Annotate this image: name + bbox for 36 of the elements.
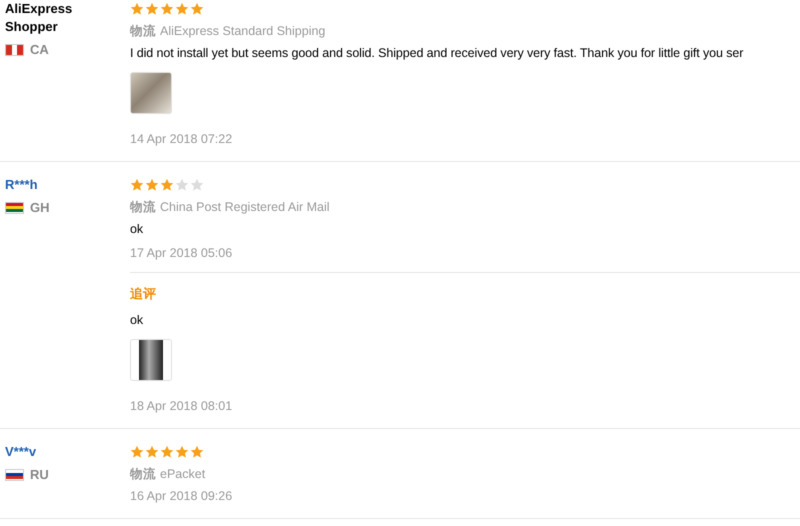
shipping-method: 物流 China Post Registered Air Mail (130, 199, 331, 216)
star-icon (190, 2, 204, 16)
star-icon (130, 445, 144, 459)
star-icon (175, 2, 189, 16)
star-icon (160, 445, 174, 459)
star-icon (160, 2, 174, 16)
star-icon (130, 2, 144, 16)
star-icon (190, 445, 204, 459)
review-date: 18 Apr 2018 08:01 (130, 398, 234, 415)
review-text: ok (130, 312, 144, 329)
review-text: I did not install yet but seems good and solid. Shipped and received very very fast. Thank you for little gift you ser (130, 45, 744, 62)
star-icon (175, 178, 189, 192)
star-icon (160, 178, 174, 192)
star-icon (130, 178, 144, 192)
followup-label: 追评 (130, 285, 156, 303)
review-date: 16 Apr 2018 09:26 (130, 488, 234, 505)
country-code: CA (30, 42, 49, 57)
review-date: 14 Apr 2018 07:22 (130, 131, 234, 148)
reviewer-name[interactable]: V***v (5, 443, 95, 461)
star-icon (190, 178, 204, 192)
photo-placeholder[interactable] (130, 339, 172, 381)
reviewer-name[interactable]: R***h (5, 176, 95, 194)
country-code: GH (30, 200, 50, 215)
star-icon (175, 445, 189, 459)
country-code: RU (30, 467, 49, 482)
reviewer-name: AliExpress Shopper (5, 0, 74, 36)
star-icon (145, 445, 159, 459)
review-text: ok (130, 221, 144, 238)
star-icon (145, 178, 159, 192)
flag-icon (5, 44, 24, 56)
review-date: 17 Apr 2018 05:06 (130, 245, 234, 262)
shipping-method: 物流 AliExpress Standard Shipping (130, 23, 326, 40)
flag-icon (5, 202, 24, 214)
flag-icon (5, 468, 24, 480)
shipping-method: 物流 ePacket (130, 466, 206, 483)
star-icon (145, 2, 159, 16)
